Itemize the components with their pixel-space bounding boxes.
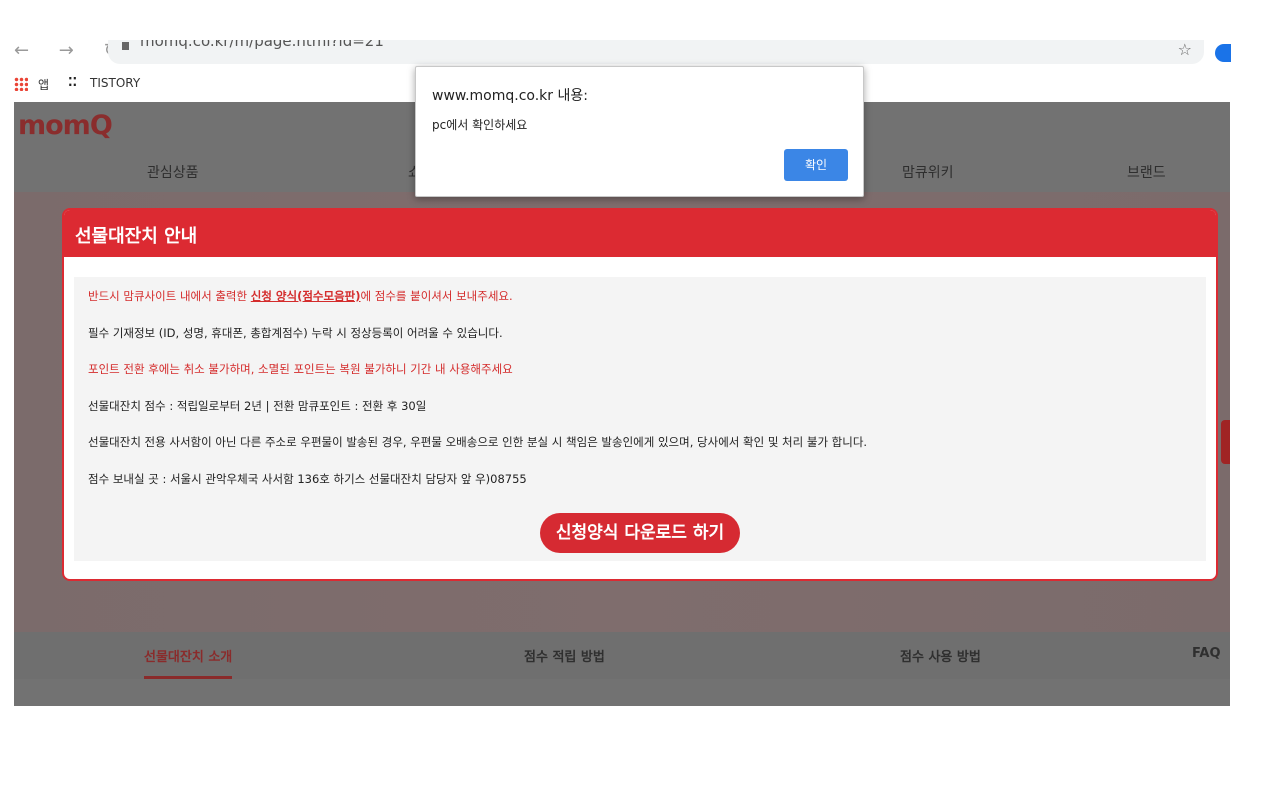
notice-line-3: 포인트 전환 후에는 취소 불가하며, 소멸된 포인트는 복원 불가하니 기간 … (88, 362, 513, 376)
page-bottom (14, 679, 1230, 706)
browser-toolbar: ← → ↻ momq.co.kr/m/page.html?id=21 ☆ (0, 40, 1240, 64)
bookmark-tistory[interactable]: TISTORY (90, 76, 140, 90)
tab-earn-points[interactable]: 점수 적립 방법 (524, 646, 605, 665)
nav-item-brand[interactable]: 브랜드 (1127, 162, 1166, 182)
tistory-icon: ⁚⁚ (68, 75, 78, 89)
alert-ok-button[interactable]: 확인 (784, 149, 848, 181)
nav-item-wiki[interactable]: 맘큐위키 (902, 162, 954, 182)
modal-header: 선물대잔치 안내 (64, 210, 1216, 257)
alert-origin: www.momq.co.kr 내용: (432, 88, 588, 104)
alert-dialog: www.momq.co.kr 내용: pc에서 확인하세요 확인 (415, 66, 864, 197)
tab-intro[interactable]: 선물대잔치 소개 (144, 646, 232, 665)
lock-icon (122, 42, 129, 50)
modal-title: 선물대잔치 안내 (75, 226, 198, 247)
notice-line-4: 선물대잔치 점수 : 적립일로부터 2년 | 전환 맘큐포인트 : 전환 후 3… (88, 399, 427, 413)
application-form-link[interactable]: 신청 양식(점수모음판) (251, 289, 361, 303)
notice-line-1: 반드시 맘큐사이트 내에서 출력한 신청 양식(점수모음판)에 점수를 붙이셔서… (88, 289, 513, 303)
apps-grid-icon[interactable] (14, 77, 28, 91)
modal-body: 반드시 맘큐사이트 내에서 출력한 신청 양식(점수모음판)에 점수를 붙이셔서… (74, 277, 1206, 561)
tab-faq[interactable]: FAQ (1192, 646, 1221, 661)
alert-message: pc에서 확인하세요 (432, 118, 528, 132)
download-form-button[interactable]: 신청양식 다운로드 하기 (540, 513, 740, 553)
profile-avatar-icon[interactable] (1215, 44, 1231, 62)
gift-event-modal: 선물대잔치 안내 반드시 맘큐사이트 내에서 출력한 신청 양식(점수모음판)에… (62, 208, 1218, 581)
bookmark-apps[interactable]: 앱 (38, 76, 49, 93)
tab-use-points[interactable]: 점수 사용 방법 (900, 646, 981, 665)
nav-item-wishlist[interactable]: 관심상품 (147, 162, 199, 182)
notice-line-6: 점수 보내실 곳 : 서울시 관악우체국 사서함 136호 하기스 선물대잔치 … (88, 472, 527, 486)
star-icon[interactable]: ☆ (1178, 40, 1192, 59)
notice-line-5: 선물대잔치 전용 사서함이 아닌 다른 주소로 우편물이 발송된 경우, 우편물… (88, 435, 868, 449)
site-logo[interactable]: momQ (18, 110, 113, 141)
section-tabs: 선물대잔치 소개 점수 적립 방법 점수 사용 방법 FAQ (14, 632, 1230, 679)
address-bar[interactable]: momq.co.kr/m/page.html?id=21 ☆ (108, 40, 1204, 64)
hero-side-tab (1221, 420, 1230, 464)
url-text: momq.co.kr/m/page.html?id=21 (140, 40, 384, 50)
notice-line-2: 필수 기재정보 (ID, 성명, 휴대폰, 총합계점수) 누락 시 정상등록이 … (88, 326, 503, 340)
